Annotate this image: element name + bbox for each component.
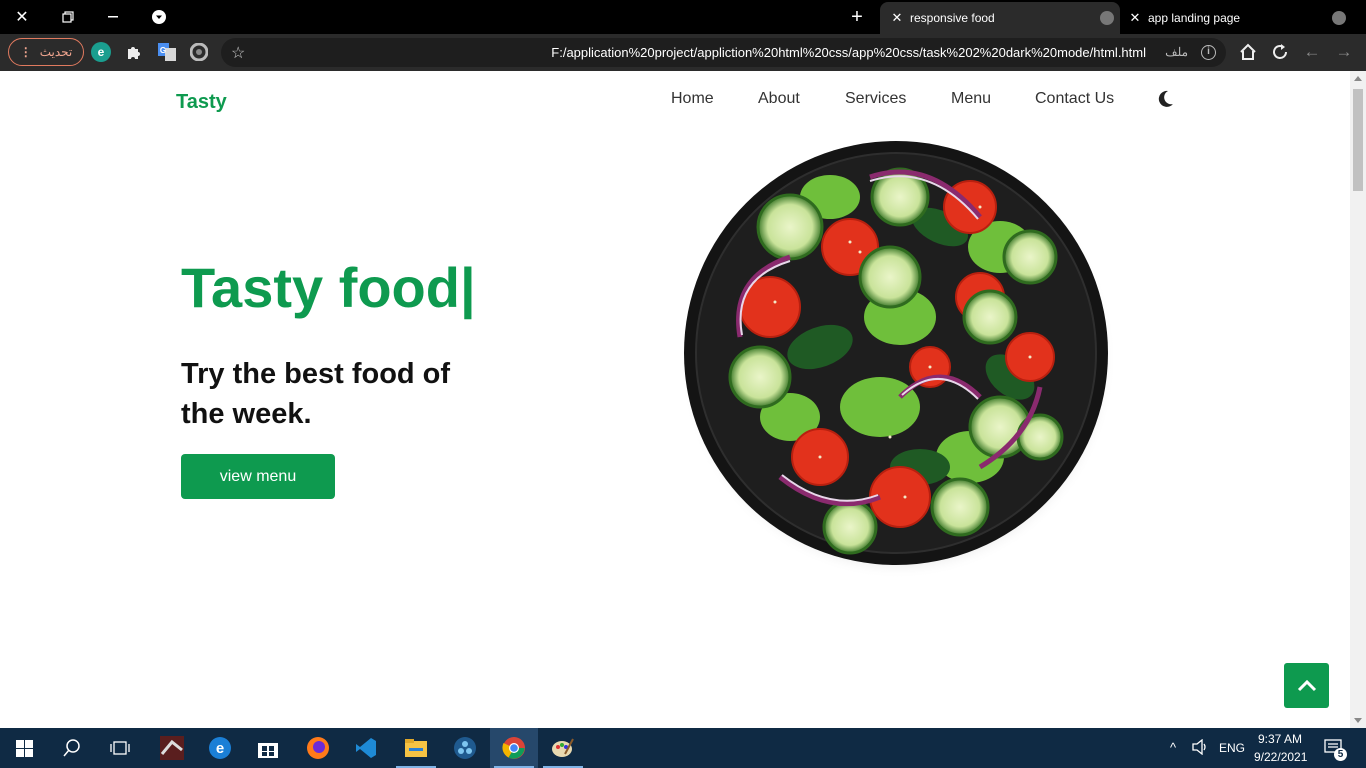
- new-tab-icon[interactable]: +: [842, 0, 872, 34]
- scroll-down-arrow-icon[interactable]: [1354, 718, 1362, 723]
- extensions-puzzle-icon[interactable]: [124, 42, 144, 62]
- reload-icon[interactable]: [1269, 41, 1291, 63]
- game-app-icon[interactable]: [148, 728, 196, 768]
- tab-app-landing-page[interactable]: ✕ app landing page: [1120, 2, 1360, 34]
- dark-mode-moon-icon[interactable]: [1158, 90, 1174, 108]
- scroll-to-top-button[interactable]: [1284, 663, 1329, 708]
- forward-arrow-icon[interactable]: →: [1333, 41, 1355, 63]
- nav-home[interactable]: Home: [671, 90, 714, 108]
- page-scrollbar[interactable]: [1350, 71, 1366, 728]
- update-button[interactable]: ⋮ تحديث: [8, 38, 84, 66]
- minimize-window-icon[interactable]: [98, 0, 130, 34]
- browser-toolbar: ⋮ تحديث e G ☆ F:/application%20project/a…: [0, 34, 1366, 71]
- windows-start-icon[interactable]: [0, 728, 48, 768]
- task-view-icon[interactable]: [96, 728, 144, 768]
- vscode-icon[interactable]: [342, 728, 390, 768]
- tab-title: app landing page: [1148, 11, 1241, 25]
- address-bar[interactable]: ☆ F:/application%20project/appliction%20…: [221, 38, 1226, 67]
- tab-title: responsive food: [910, 11, 995, 25]
- windows-taskbar: e ^ ENG 9:37 AM 9/22/2021 5: [0, 728, 1366, 768]
- scrollbar-thumb[interactable]: [1353, 89, 1363, 191]
- svg-text:e: e: [98, 45, 105, 59]
- bookmark-star-icon[interactable]: ☆: [231, 43, 245, 63]
- back-arrow-icon[interactable]: ←: [1301, 41, 1323, 63]
- hero-subtitle: Try the best food of the week.: [181, 358, 451, 430]
- url-text: F:/application%20project/appliction%20ht…: [551, 45, 1146, 60]
- extension-e-icon[interactable]: e: [91, 42, 111, 62]
- site-info-icon[interactable]: i: [1201, 45, 1216, 60]
- hero-title: Tasty food|: [181, 256, 476, 319]
- nav-about[interactable]: About: [758, 90, 800, 108]
- scroll-up-arrow-icon[interactable]: [1354, 76, 1362, 81]
- close-window-icon[interactable]: ✕: [6, 0, 38, 34]
- tab-responsive-food[interactable]: ✕ responsive food: [880, 2, 1120, 34]
- home-icon[interactable]: [1237, 41, 1259, 63]
- scheme-label: ملف: [1165, 45, 1188, 59]
- tray-chevron-up-icon[interactable]: ^: [1170, 740, 1176, 755]
- tab-close-icon[interactable]: ✕: [1126, 10, 1144, 26]
- input-language[interactable]: ENG: [1219, 741, 1245, 755]
- chrome-icon[interactable]: [490, 728, 538, 768]
- svg-text:G: G: [160, 46, 166, 55]
- translate-extension-icon[interactable]: G: [157, 42, 177, 62]
- search-icon[interactable]: [48, 728, 96, 768]
- web-page: Tasty Home About Services Menu Contact U…: [0, 71, 1350, 728]
- davinci-resolve-icon[interactable]: [441, 728, 489, 768]
- clock-time[interactable]: 9:37 AM: [1258, 732, 1302, 746]
- edge-browser-icon[interactable]: e: [196, 728, 244, 768]
- nav-services[interactable]: Services: [845, 90, 906, 108]
- paint-app-icon[interactable]: [539, 728, 587, 768]
- svg-text:e: e: [216, 740, 224, 757]
- globe-icon: [1332, 11, 1346, 25]
- view-menu-button[interactable]: view menu: [181, 454, 335, 499]
- volume-icon[interactable]: [1192, 738, 1210, 758]
- clock-date[interactable]: 9/22/2021: [1254, 750, 1307, 764]
- browser-tab-bar: ✕ + ✕ responsive food ✕ app landing page: [0, 0, 1366, 34]
- salad-plate-image: [680, 137, 1116, 579]
- tab-close-icon[interactable]: ✕: [888, 10, 906, 26]
- kebab-menu-icon: ⋮: [19, 45, 32, 59]
- update-label: تحديث: [39, 45, 73, 59]
- nav-menu[interactable]: Menu: [951, 90, 991, 108]
- microsoft-store-icon[interactable]: [244, 728, 292, 768]
- tab-search-icon[interactable]: [143, 0, 175, 34]
- nav-contact-us[interactable]: Contact Us: [1035, 90, 1114, 108]
- notifications-count-badge: 5: [1334, 748, 1347, 761]
- site-logo[interactable]: Tasty: [176, 91, 227, 114]
- file-explorer-icon[interactable]: [392, 728, 440, 768]
- chromatic-extension-icon[interactable]: [189, 42, 209, 62]
- chevron-up-icon: [1297, 679, 1316, 691]
- firefox-icon[interactable]: [294, 728, 342, 768]
- globe-icon: [1100, 11, 1114, 25]
- restore-window-icon[interactable]: [52, 0, 84, 34]
